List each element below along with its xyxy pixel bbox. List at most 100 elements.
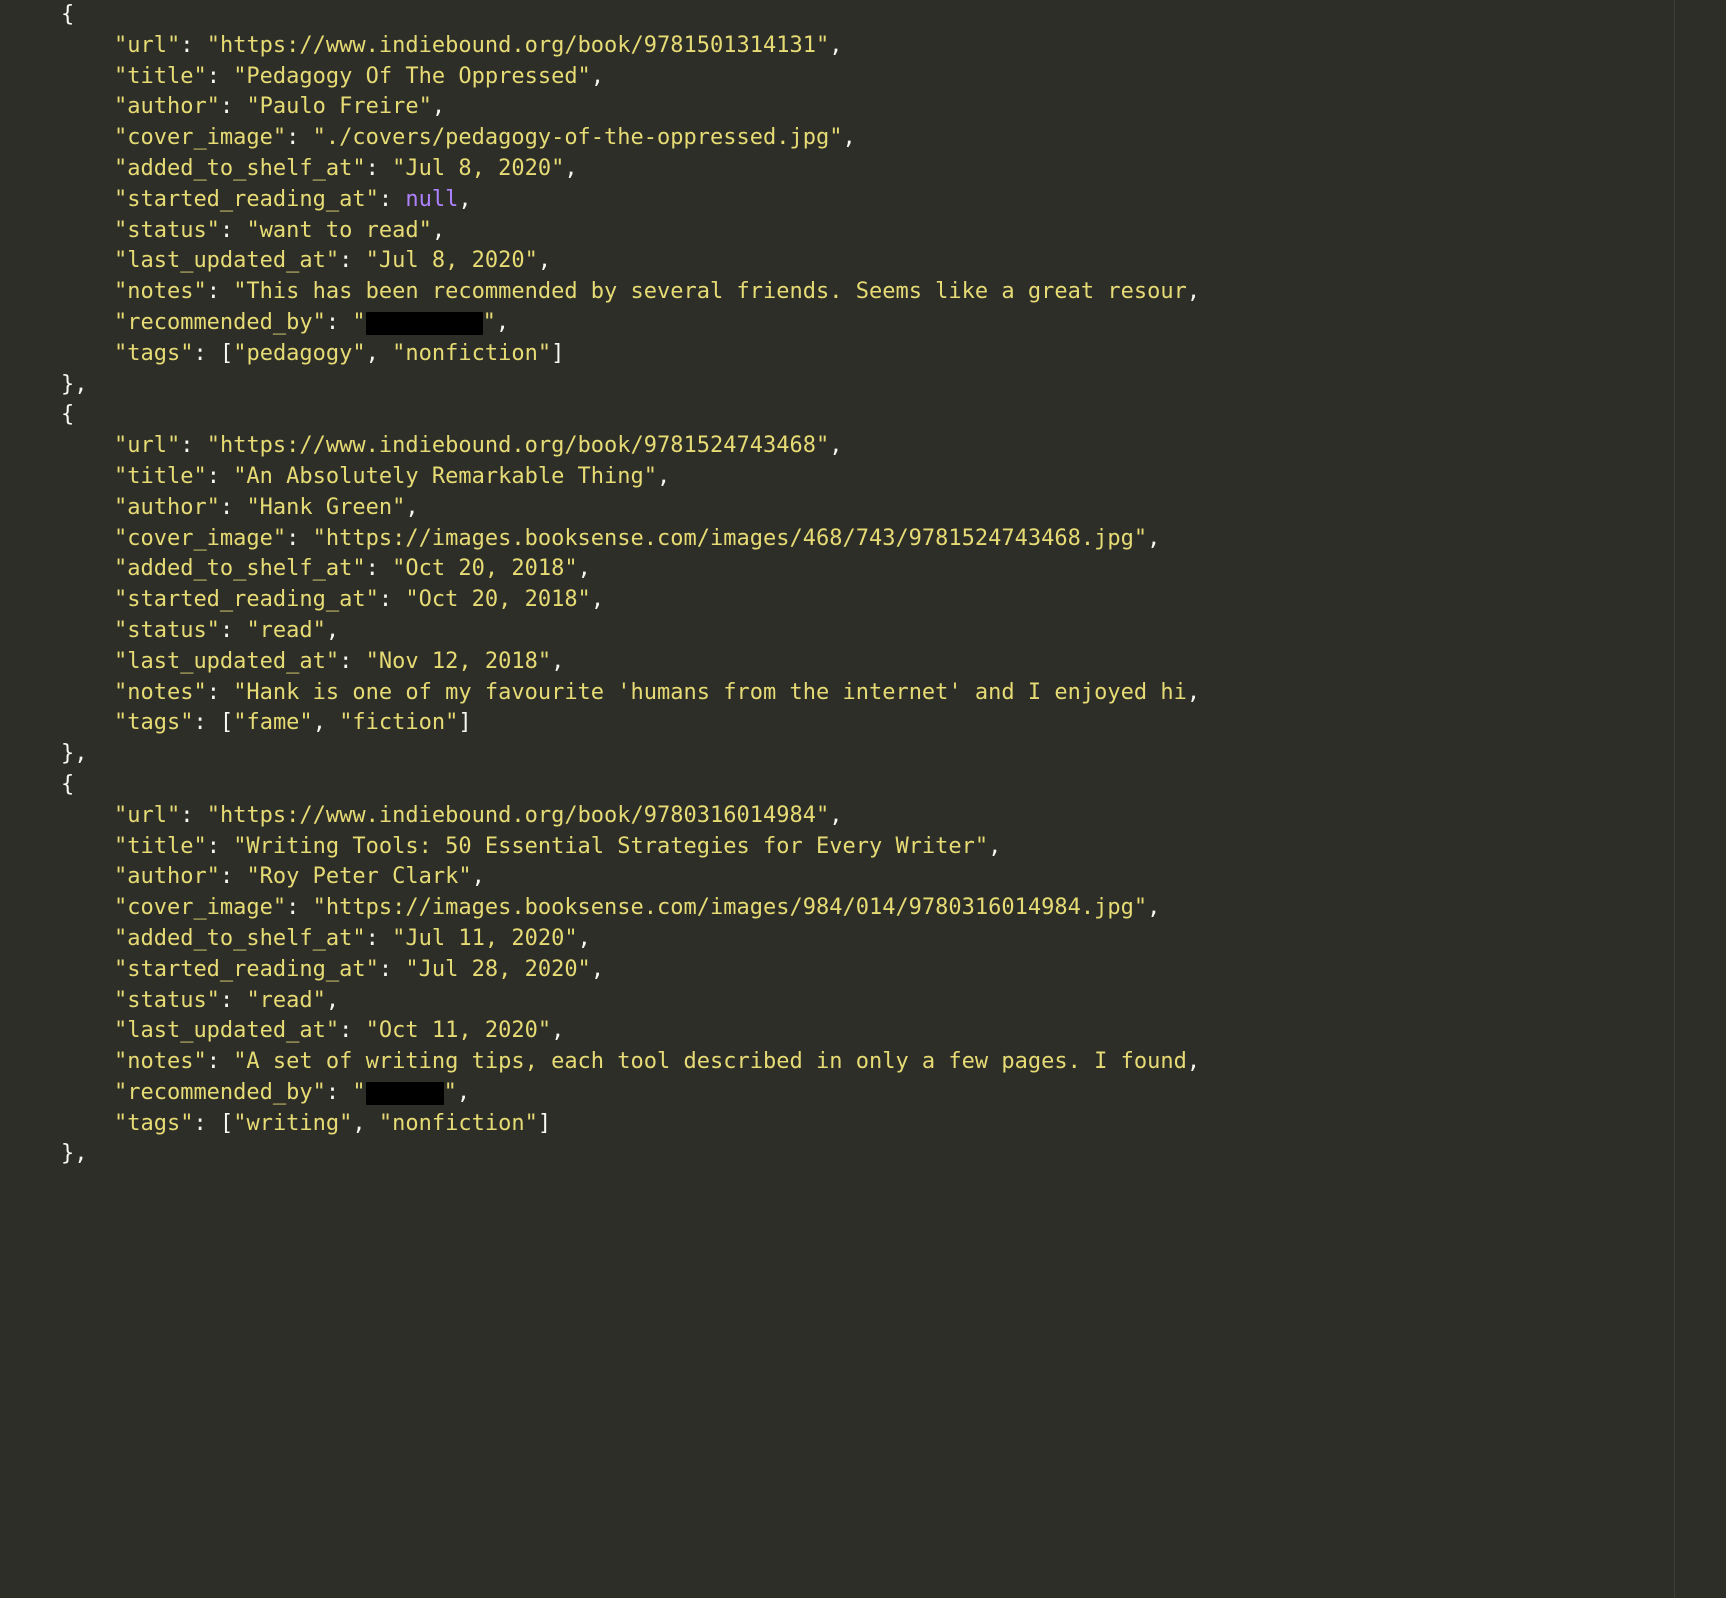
json-string: "Roy Peter Clark": [246, 864, 471, 889]
json-key: "started_reading_at": [114, 187, 379, 212]
json-key: "added_to_shelf_at": [114, 926, 366, 951]
json-key: "notes": [114, 680, 207, 705]
json-string: ": [483, 310, 496, 335]
json-string: "want to read": [246, 218, 431, 243]
json-colon: :: [286, 125, 313, 150]
json-string: "Writing Tools: 50 Essential Strategies …: [233, 834, 988, 859]
json-comma: ,: [657, 464, 670, 489]
json-comma: ,: [458, 187, 471, 212]
json-comma: ,: [564, 156, 577, 181]
json-key: "cover_image": [114, 526, 286, 551]
json-string: "Pedagogy Of The Oppressed": [233, 64, 591, 89]
json-key: "url": [114, 33, 180, 58]
json-key: "last_updated_at": [114, 248, 339, 273]
json-colon: :: [220, 218, 247, 243]
json-brace-open: {: [61, 772, 74, 797]
json-colon: :: [207, 464, 234, 489]
json-comma: ,: [432, 218, 445, 243]
json-brace-open: {: [61, 402, 74, 427]
json-brace-open: {: [61, 2, 74, 27]
json-string: "A set of writing tips, each tool descri…: [233, 1049, 1187, 1074]
json-string: "Oct 20, 2018": [392, 556, 577, 581]
json-comma: ,: [551, 1018, 564, 1043]
code-content[interactable]: { "url": "https://www.indiebound.org/boo…: [0, 0, 1726, 1170]
json-string: "https://www.indiebound.org/book/9780316…: [207, 803, 830, 828]
json-string: "pedagogy": [233, 341, 365, 366]
json-key: "started_reading_at": [114, 587, 379, 612]
json-comma: ,: [326, 988, 339, 1013]
json-comma: ,: [578, 556, 591, 581]
json-colon: :: [326, 1080, 353, 1105]
json-string: "writing": [233, 1111, 352, 1136]
json-colon: :: [220, 618, 247, 643]
json-string: "fiction": [339, 710, 458, 735]
json-string: "fame": [233, 710, 312, 735]
json-string: "Oct 11, 2020": [366, 1018, 551, 1043]
redacted-text: [366, 1082, 444, 1105]
json-colon: :: [180, 803, 207, 828]
json-comma: ,: [313, 710, 340, 735]
json-string: ": [352, 1080, 365, 1105]
json-brace-close: }: [61, 372, 74, 397]
json-key: "tags": [114, 710, 193, 735]
json-key: "tags": [114, 1111, 193, 1136]
json-string: "nonfiction": [379, 1111, 538, 1136]
json-comma: ,: [496, 310, 509, 335]
json-colon: :: [339, 1018, 366, 1043]
json-string: "read": [246, 618, 325, 643]
json-colon: :: [286, 526, 313, 551]
json-key: "cover_image": [114, 895, 286, 920]
json-key: "author": [114, 94, 220, 119]
json-comma: ,: [551, 649, 564, 674]
json-key: "url": [114, 803, 180, 828]
json-colon: :: [339, 649, 366, 674]
json-comma: ,: [842, 125, 855, 150]
json-comma: ,: [432, 94, 445, 119]
json-key: "last_updated_at": [114, 1018, 339, 1043]
json-string: "Hank Green": [246, 495, 405, 520]
json-colon: :: [366, 556, 393, 581]
json-colon: :: [220, 864, 247, 889]
editor-ruler: [1674, 0, 1675, 1598]
json-key: "title": [114, 834, 207, 859]
json-string: "nonfiction": [392, 341, 551, 366]
json-colon: :: [193, 341, 220, 366]
json-comma: ,: [1147, 895, 1160, 920]
json-null: null: [405, 187, 458, 212]
json-key: "title": [114, 464, 207, 489]
json-key: "status": [114, 988, 220, 1013]
json-comma: ,: [538, 248, 551, 273]
json-comma: ,: [326, 618, 339, 643]
json-string: ": [444, 1080, 457, 1105]
json-key: "added_to_shelf_at": [114, 556, 366, 581]
json-colon: :: [193, 1111, 220, 1136]
json-colon: :: [379, 957, 406, 982]
json-comma: ,: [1187, 279, 1200, 304]
json-comma: ,: [1187, 680, 1200, 705]
json-string: "Oct 20, 2018": [405, 587, 590, 612]
json-colon: :: [286, 895, 313, 920]
json-comma: ,: [1187, 1049, 1200, 1074]
json-key: "author": [114, 495, 220, 520]
json-comma: ,: [472, 864, 485, 889]
json-key: "notes": [114, 1049, 207, 1074]
json-comma: ,: [829, 803, 842, 828]
json-bracket-open: [: [220, 710, 233, 735]
code-editor[interactable]: { "url": "https://www.indiebound.org/boo…: [0, 0, 1726, 1598]
json-comma: ,: [74, 741, 87, 766]
json-comma: ,: [829, 33, 842, 58]
json-comma: ,: [591, 64, 604, 89]
json-colon: :: [207, 64, 234, 89]
json-colon: :: [220, 988, 247, 1013]
json-string: "This has been recommended by several fr…: [233, 279, 1187, 304]
json-comma: ,: [578, 926, 591, 951]
json-string: "Hank is one of my favourite 'humans fro…: [233, 680, 1187, 705]
json-bracket-open: [: [220, 341, 233, 366]
json-key: "started_reading_at": [114, 957, 379, 982]
json-key: "status": [114, 218, 220, 243]
json-colon: :: [379, 587, 406, 612]
json-colon: :: [379, 187, 406, 212]
json-key: "url": [114, 433, 180, 458]
json-colon: :: [220, 94, 247, 119]
json-string: "Jul 28, 2020": [405, 957, 590, 982]
